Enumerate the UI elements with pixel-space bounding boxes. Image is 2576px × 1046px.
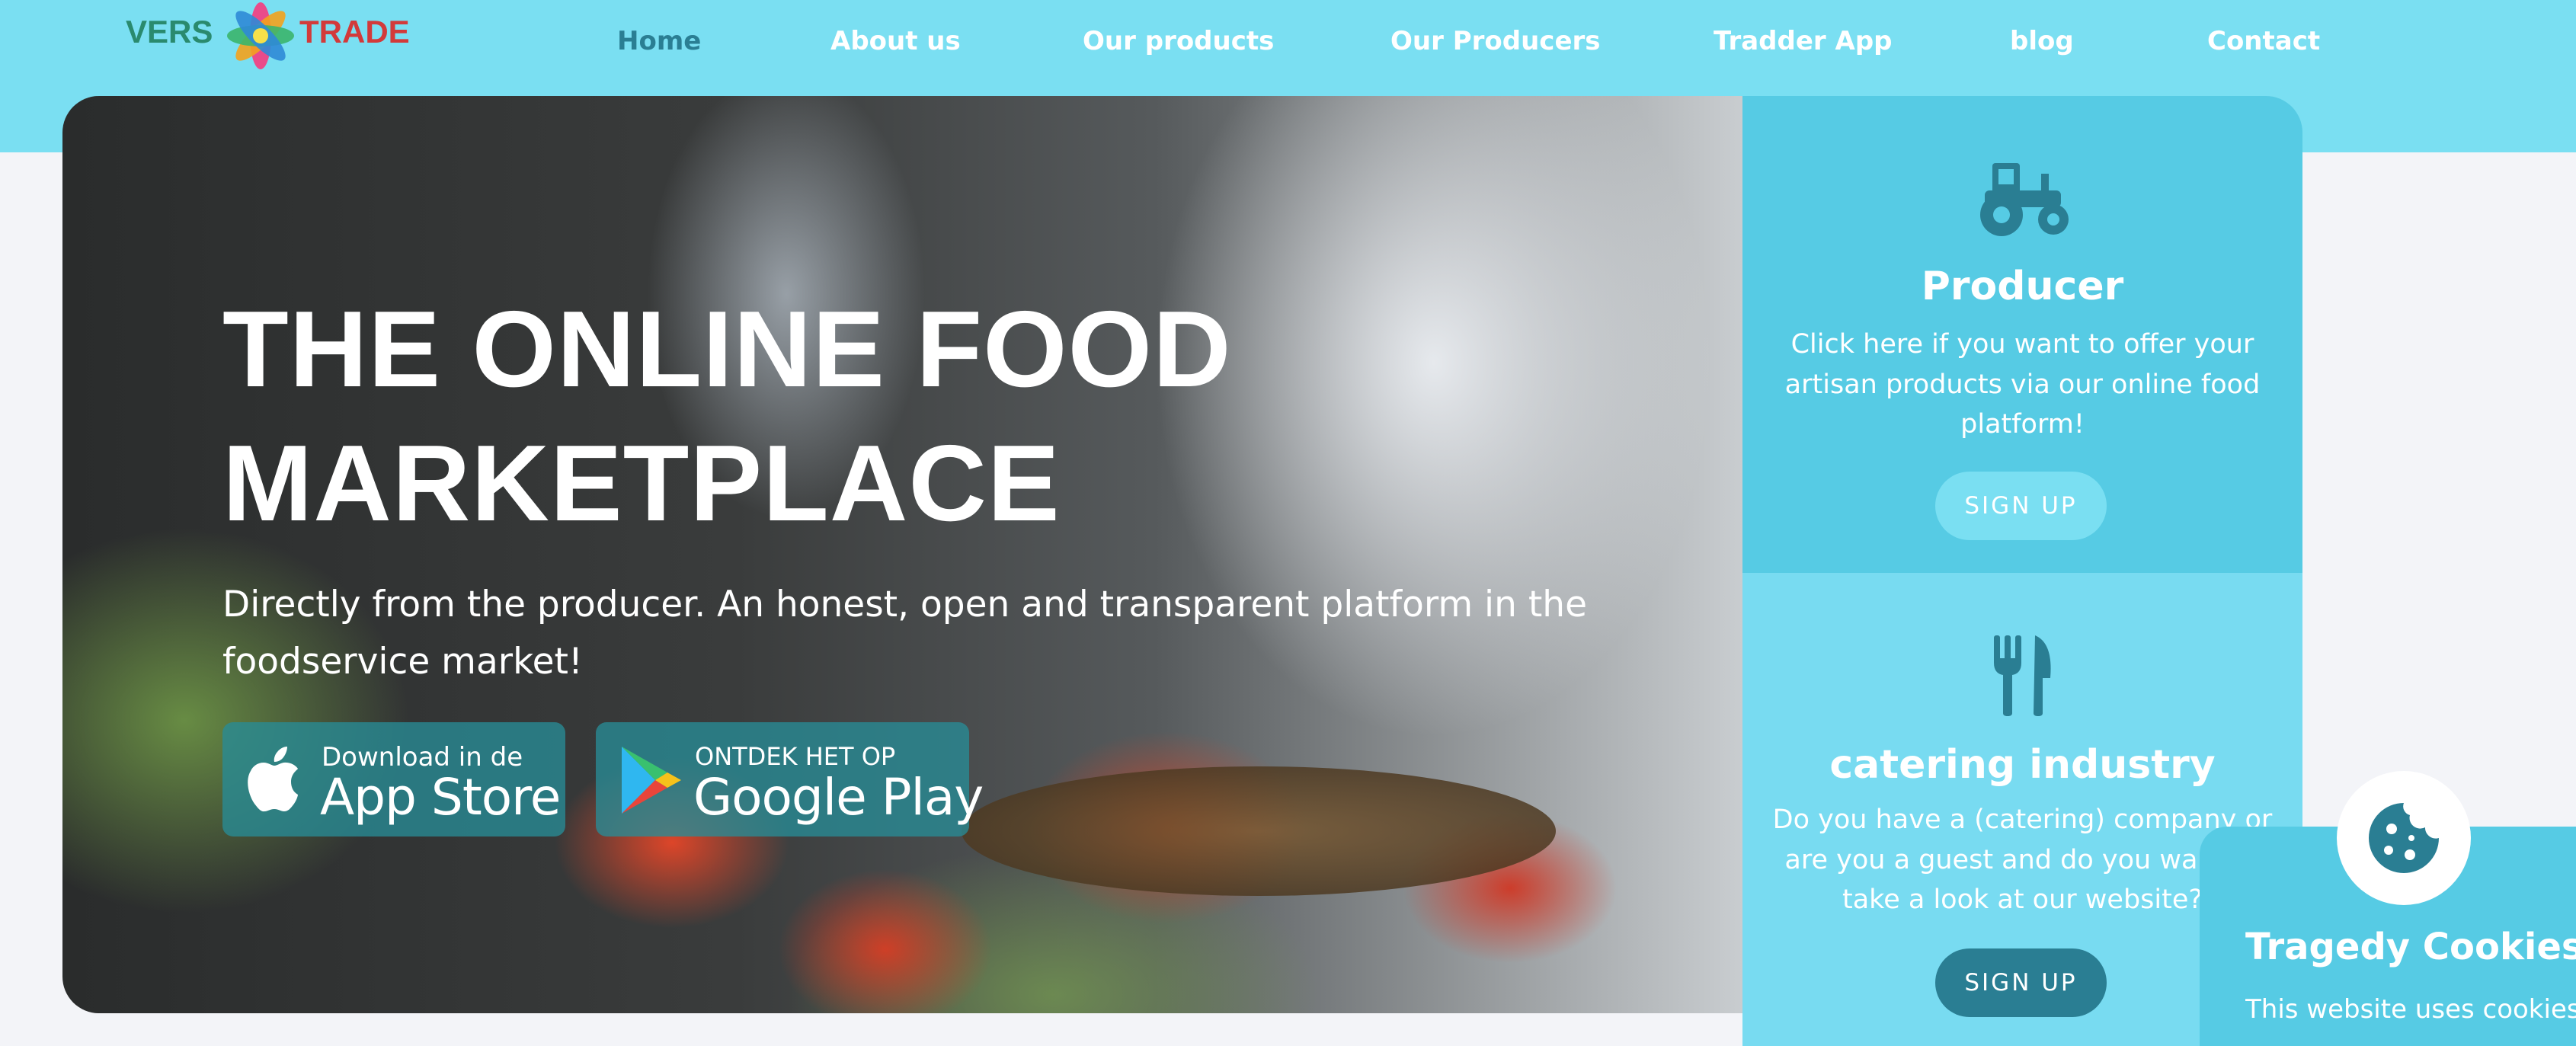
- nav-tradder-app[interactable]: Tradder App: [1714, 26, 1893, 56]
- producer-text: Click here if you want to offer your art…: [1784, 329, 2261, 440]
- tractor-icon: [1980, 163, 2069, 236]
- nav-contact[interactable]: Contact: [2207, 26, 2320, 56]
- cookie-icon: [2369, 803, 2439, 873]
- producer-title: Producer: [1921, 264, 2124, 309]
- main-nav: Home About us Our products Our Producers…: [0, 26, 2576, 64]
- app-store-button[interactable]: Download in de App Store: [222, 722, 565, 836]
- nav-about-us[interactable]: About us: [830, 26, 961, 56]
- hero-subtitle: Directly from the producer. An honest, o…: [222, 584, 1587, 683]
- apple-icon: [248, 747, 298, 812]
- hero-title-line-2: MARKETPLACE: [222, 423, 1061, 545]
- nav-our-products[interactable]: Our products: [1083, 26, 1274, 56]
- hero-title: THE ONLINE FOOD MARKETPLACE: [222, 283, 1518, 551]
- cookie-title: Tragedy Cookies: [2245, 926, 2576, 968]
- producer-card[interactable]: Producer Click here if you want to offer…: [1742, 96, 2302, 573]
- nav-home[interactable]: Home: [617, 26, 701, 56]
- catering-title: catering industry: [1829, 742, 2216, 788]
- producer-sign-up-button[interactable]: SIGN UP: [1935, 472, 2107, 540]
- google-play-big-text: Google Play: [693, 768, 984, 827]
- hero-background-image: [962, 766, 1556, 896]
- hero-banner: THE ONLINE FOOD MARKETPLACE Directly fro…: [62, 96, 1742, 1013]
- hero-title-line-1: THE ONLINE FOOD: [222, 289, 1232, 410]
- google-play-icon: [622, 747, 681, 814]
- catering-sign-up-button[interactable]: SIGN UP: [1935, 948, 2107, 1017]
- google-play-small-text: ONTDEK HET OP: [695, 742, 896, 771]
- nav-blog[interactable]: blog: [2010, 26, 2074, 56]
- cookie-text: This website uses cookies: [2245, 994, 2576, 1025]
- google-play-button[interactable]: ONTDEK HET OP Google Play: [596, 722, 984, 836]
- fork-knife-icon: [1994, 635, 2051, 716]
- nav-our-producers[interactable]: Our Producers: [1390, 26, 1601, 56]
- cookie-settings-button[interactable]: [2337, 771, 2471, 905]
- app-store-big-text: App Store: [320, 768, 561, 827]
